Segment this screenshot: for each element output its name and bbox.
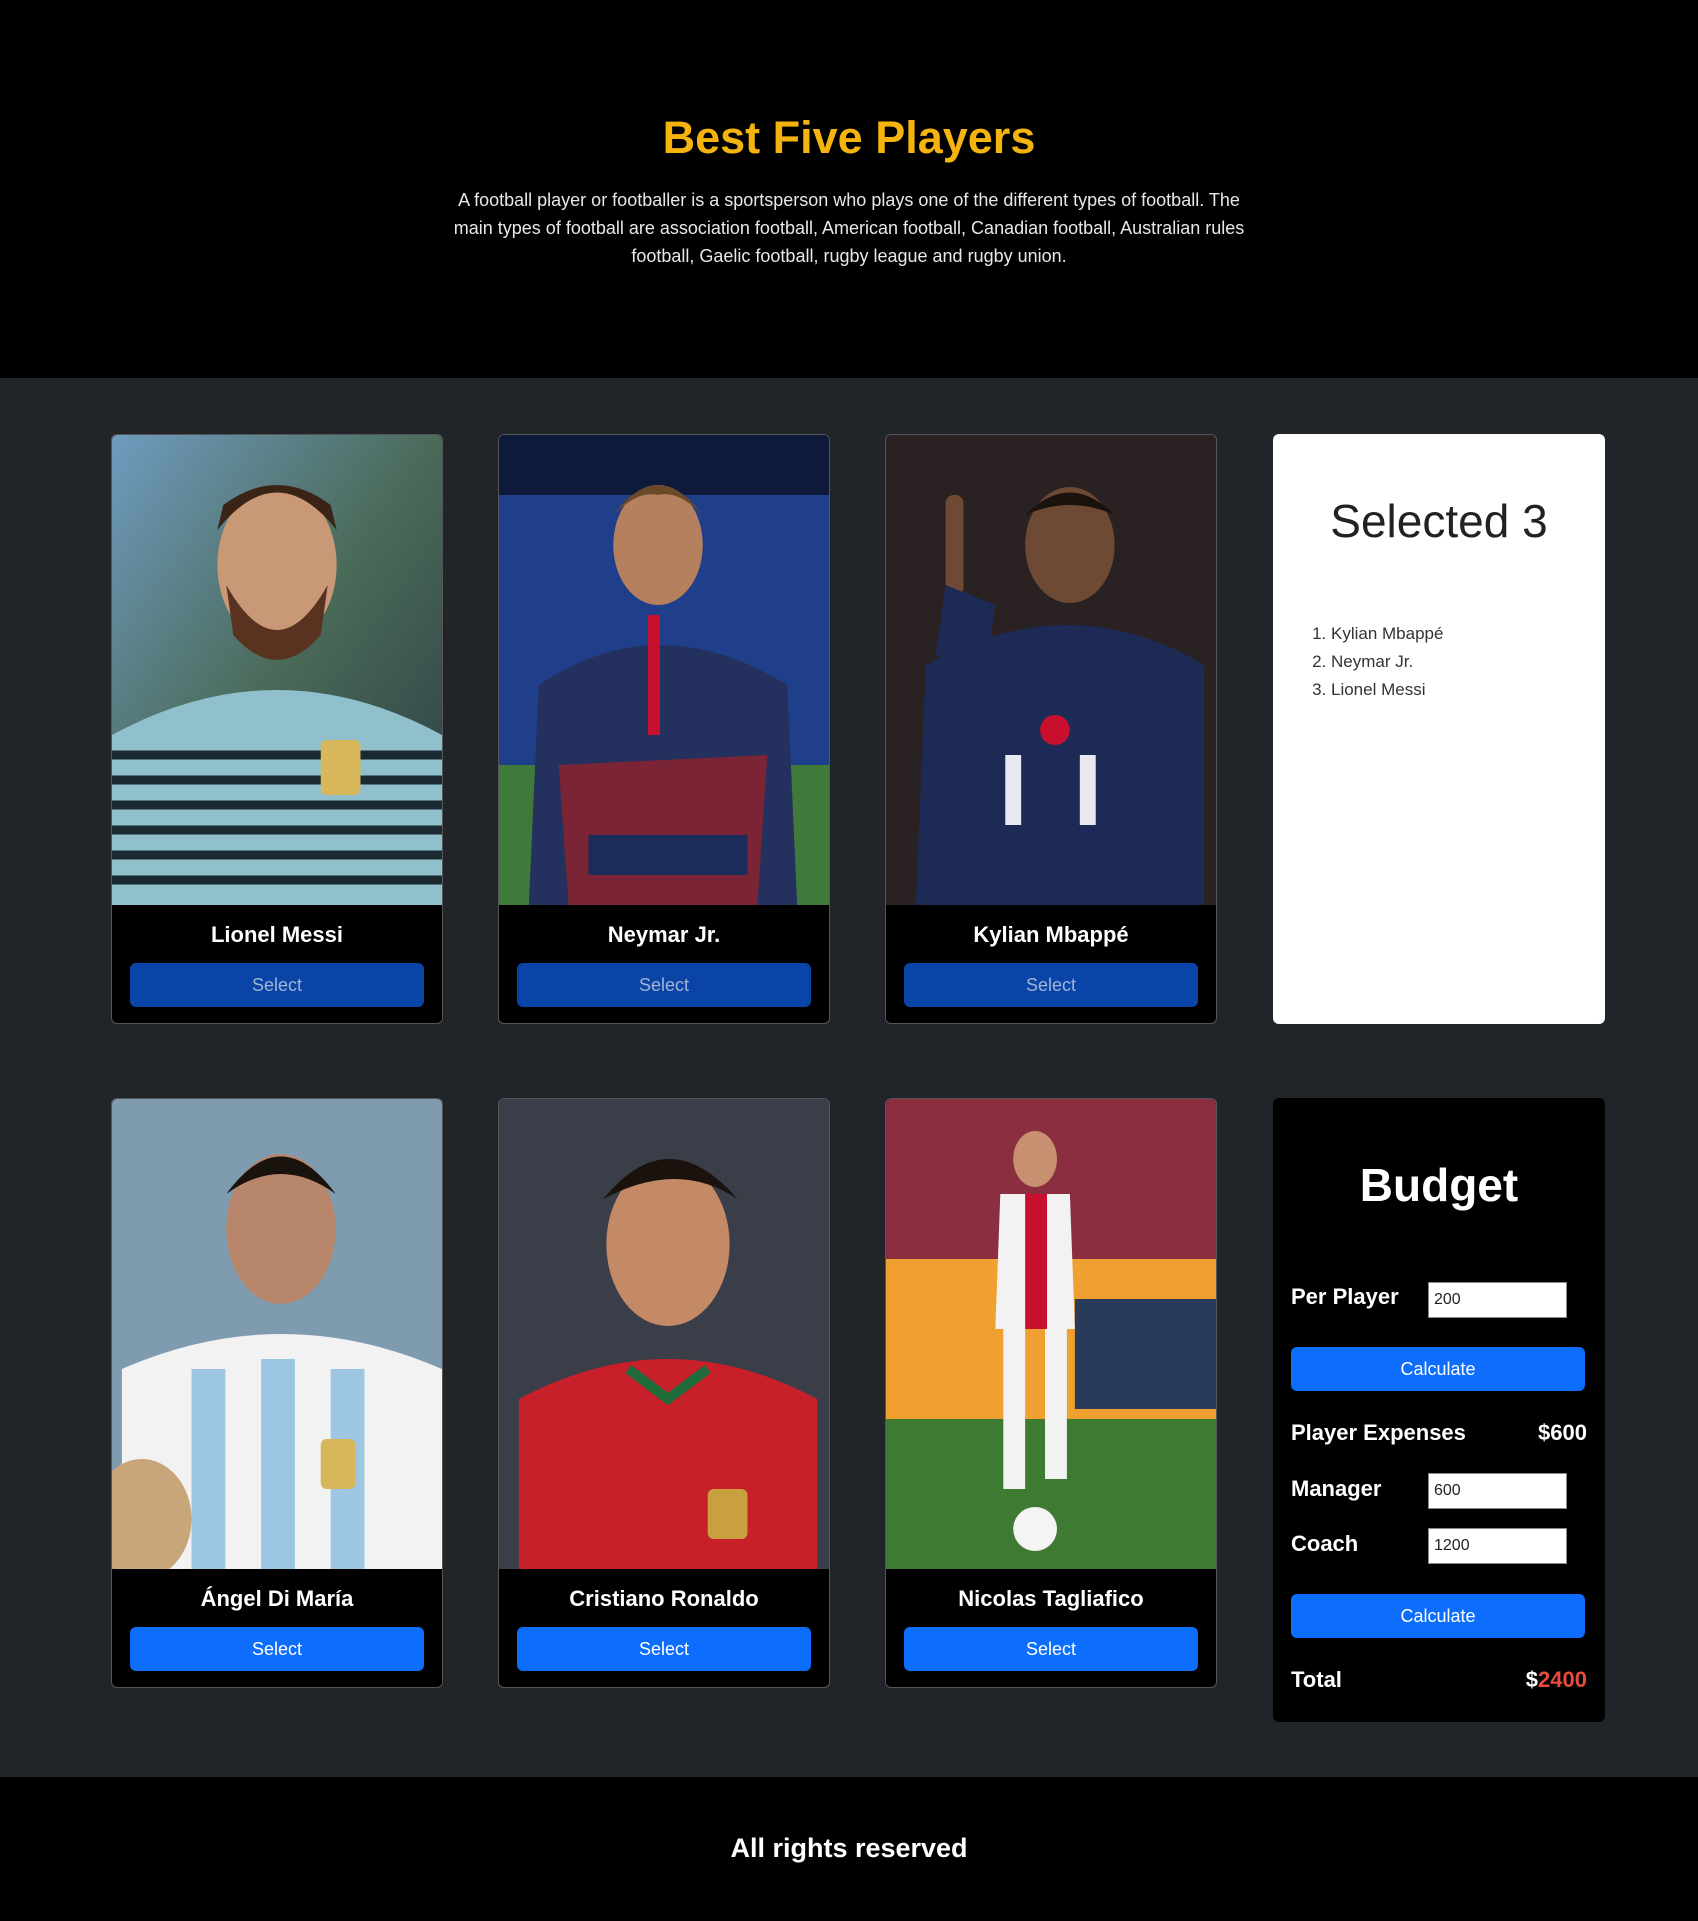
player-name: Cristiano Ronaldo: [569, 1586, 759, 1611]
player-photo: [886, 435, 1216, 905]
player-card: Kylian Mbappé Select: [885, 434, 1217, 1024]
total-row: Total $2400: [1291, 1667, 1587, 1693]
player-card: Lionel Messi Select: [111, 434, 443, 1024]
select-player-button[interactable]: Select: [130, 1627, 424, 1671]
total-label: Total: [1291, 1667, 1342, 1692]
player-name: Neymar Jr.: [607, 922, 721, 947]
player-name: Lionel Messi: [210, 922, 344, 947]
player-name: Nicolas Tagliafico: [958, 1586, 1144, 1611]
calculate-player-button[interactable]: Calculate: [1291, 1347, 1585, 1391]
total-value: 2400: [1538, 1667, 1587, 1692]
selected-title: Selected 3: [1330, 495, 1548, 547]
player-card: Cristiano Ronaldo Select: [498, 1098, 830, 1688]
player-expenses-label: Player Expenses: [1291, 1420, 1466, 1445]
selected-item: Neymar Jr.: [1331, 648, 1443, 676]
player-photo: [499, 435, 829, 905]
manager-input[interactable]: [1428, 1473, 1567, 1509]
player-expenses-row: Player Expenses $600: [1291, 1420, 1587, 1446]
coach-input[interactable]: [1428, 1528, 1567, 1564]
player-expenses-value: $600: [1538, 1420, 1587, 1445]
player-name: Ángel Di María: [200, 1586, 354, 1611]
total-currency: $: [1525, 1667, 1539, 1692]
selected-item: Kylian Mbappé: [1331, 620, 1443, 648]
per-player-input[interactable]: [1428, 1282, 1567, 1318]
selected-players-panel: Selected 3 Kylian Mbappé Neymar Jr. Lion…: [1273, 434, 1605, 1024]
page-title: Best Five Players: [662, 112, 1036, 163]
page-header: Best Five Players A football player or f…: [0, 0, 1698, 378]
player-photo: [499, 1099, 829, 1569]
select-player-button[interactable]: Select: [904, 1627, 1198, 1671]
player-photo: [886, 1099, 1216, 1569]
select-player-button[interactable]: Select: [517, 1627, 811, 1671]
page-description: A football player or footballer is a spo…: [453, 190, 1245, 266]
select-player-button[interactable]: Select: [130, 963, 424, 1007]
player-card: Neymar Jr. Select: [498, 434, 830, 1024]
budget-title: Budget: [1359, 1159, 1519, 1211]
select-player-button[interactable]: Select: [517, 963, 811, 1007]
total-value-wrapper: $2400: [1526, 1667, 1587, 1693]
selected-list: Kylian Mbappé Neymar Jr. Lionel Messi: [1331, 620, 1443, 704]
player-photo: [112, 1099, 442, 1569]
selected-item: Lionel Messi: [1331, 676, 1443, 704]
page-footer: All rights reserved: [0, 1777, 1698, 1921]
calculate-total-button[interactable]: Calculate: [1291, 1594, 1585, 1638]
budget-panel: Budget Per Player Calculate Player Expen…: [1273, 1098, 1605, 1722]
footer-text: All rights reserved: [730, 1833, 968, 1863]
player-photo: [112, 435, 442, 905]
select-player-button[interactable]: Select: [904, 963, 1198, 1007]
player-card: Nicolas Tagliafico Select: [885, 1098, 1217, 1688]
player-card: Ángel Di María Select: [111, 1098, 443, 1688]
player-name: Kylian Mbappé: [973, 922, 1129, 947]
